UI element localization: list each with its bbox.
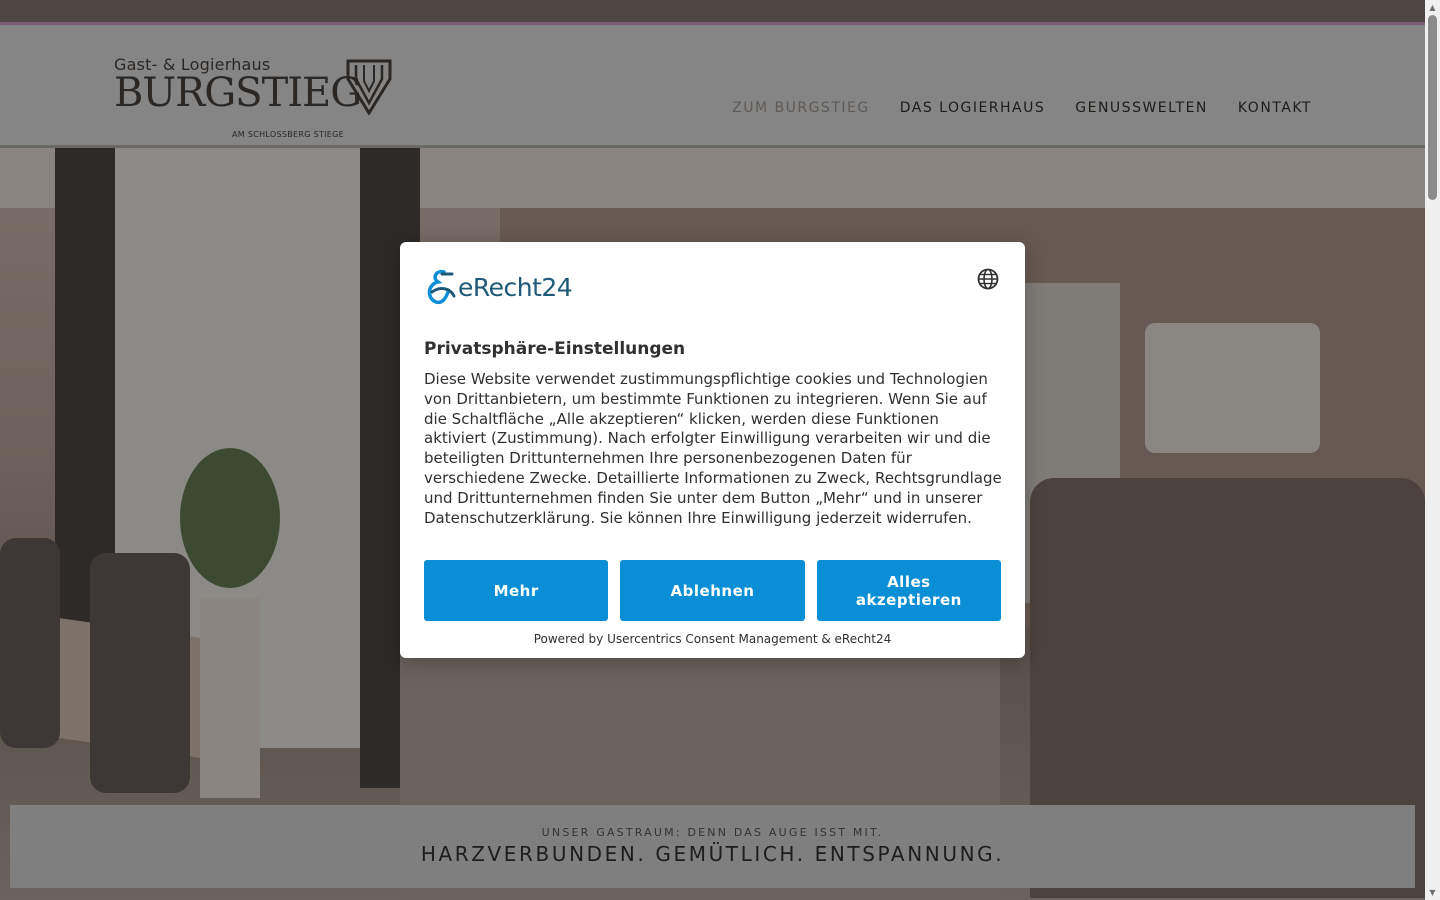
caption-title: HARZVERBUNDEN. GEMÜTLICH. ENTSPANNUNG. [420,842,1005,866]
hero-caption: UNSER GASTRAUM: DENN DAS AUGE ISST MIT. … [10,805,1415,888]
consent-actions: Mehr Ablehnen Alles akzeptieren [424,560,1001,621]
site-logo[interactable]: Gast- & Logierhaus BURGSTIEG AM SCHLOSSB… [114,55,394,145]
scroll-up-arrow-icon[interactable]: ▲ [1425,0,1440,15]
erecht24-brand-text: eRecht24 [458,272,573,302]
scroll-thumb[interactable] [1428,15,1437,200]
scroll-down-arrow-icon[interactable]: ▼ [1425,885,1440,900]
nav-item-das-logierhaus[interactable]: DAS LOGIERHAUS [900,100,1046,116]
nav-item-kontakt[interactable]: KONTAKT [1238,100,1312,116]
erecht24-logo: eRecht24 [424,267,573,307]
hero-chair [90,553,190,793]
hero-coat-rack [1145,323,1320,453]
consent-text: Diese Website verwendet zustimmungspflic… [424,370,1002,527]
page-scrollbar[interactable]: ▲ ▼ [1425,0,1440,900]
globe-icon[interactable] [977,268,999,290]
shield-icon [346,59,392,115]
nav-item-genusswelten[interactable]: GENUSSWELTEN [1075,100,1208,116]
logo-name: BURGSTIEG [114,70,362,116]
top-strip [0,0,1425,22]
decline-button[interactable]: Ablehnen [620,560,805,621]
more-button[interactable]: Mehr [424,560,609,621]
main-nav: ZUM BURGSTIEG DAS LOGIERHAUS GENUSSWELTE… [732,100,1312,116]
logo-tagline: AM SCHLOSSBERG STIEGE [232,130,344,139]
caption-subtitle: UNSER GASTRAUM: DENN DAS AUGE ISST MIT. [541,826,884,839]
consent-title: Privatsphäre-Einstellungen [424,339,686,359]
powered-by-text: Powered by Usercentrics Consent Manageme… [533,632,892,646]
consent-dialog: eRecht24 Privatsphäre-Einstellungen Dies… [400,242,1025,658]
hero-plant [180,448,280,588]
hero-pillar [200,598,260,798]
erecht24-mark-icon [427,269,456,305]
accept-all-button[interactable]: Alles akzeptieren [816,560,1001,621]
hero-chair [0,538,60,748]
site-header: Gast- & Logierhaus BURGSTIEG AM SCHLOSSB… [0,25,1425,145]
nav-item-zum-burgstieg[interactable]: ZUM BURGSTIEG [732,100,870,116]
